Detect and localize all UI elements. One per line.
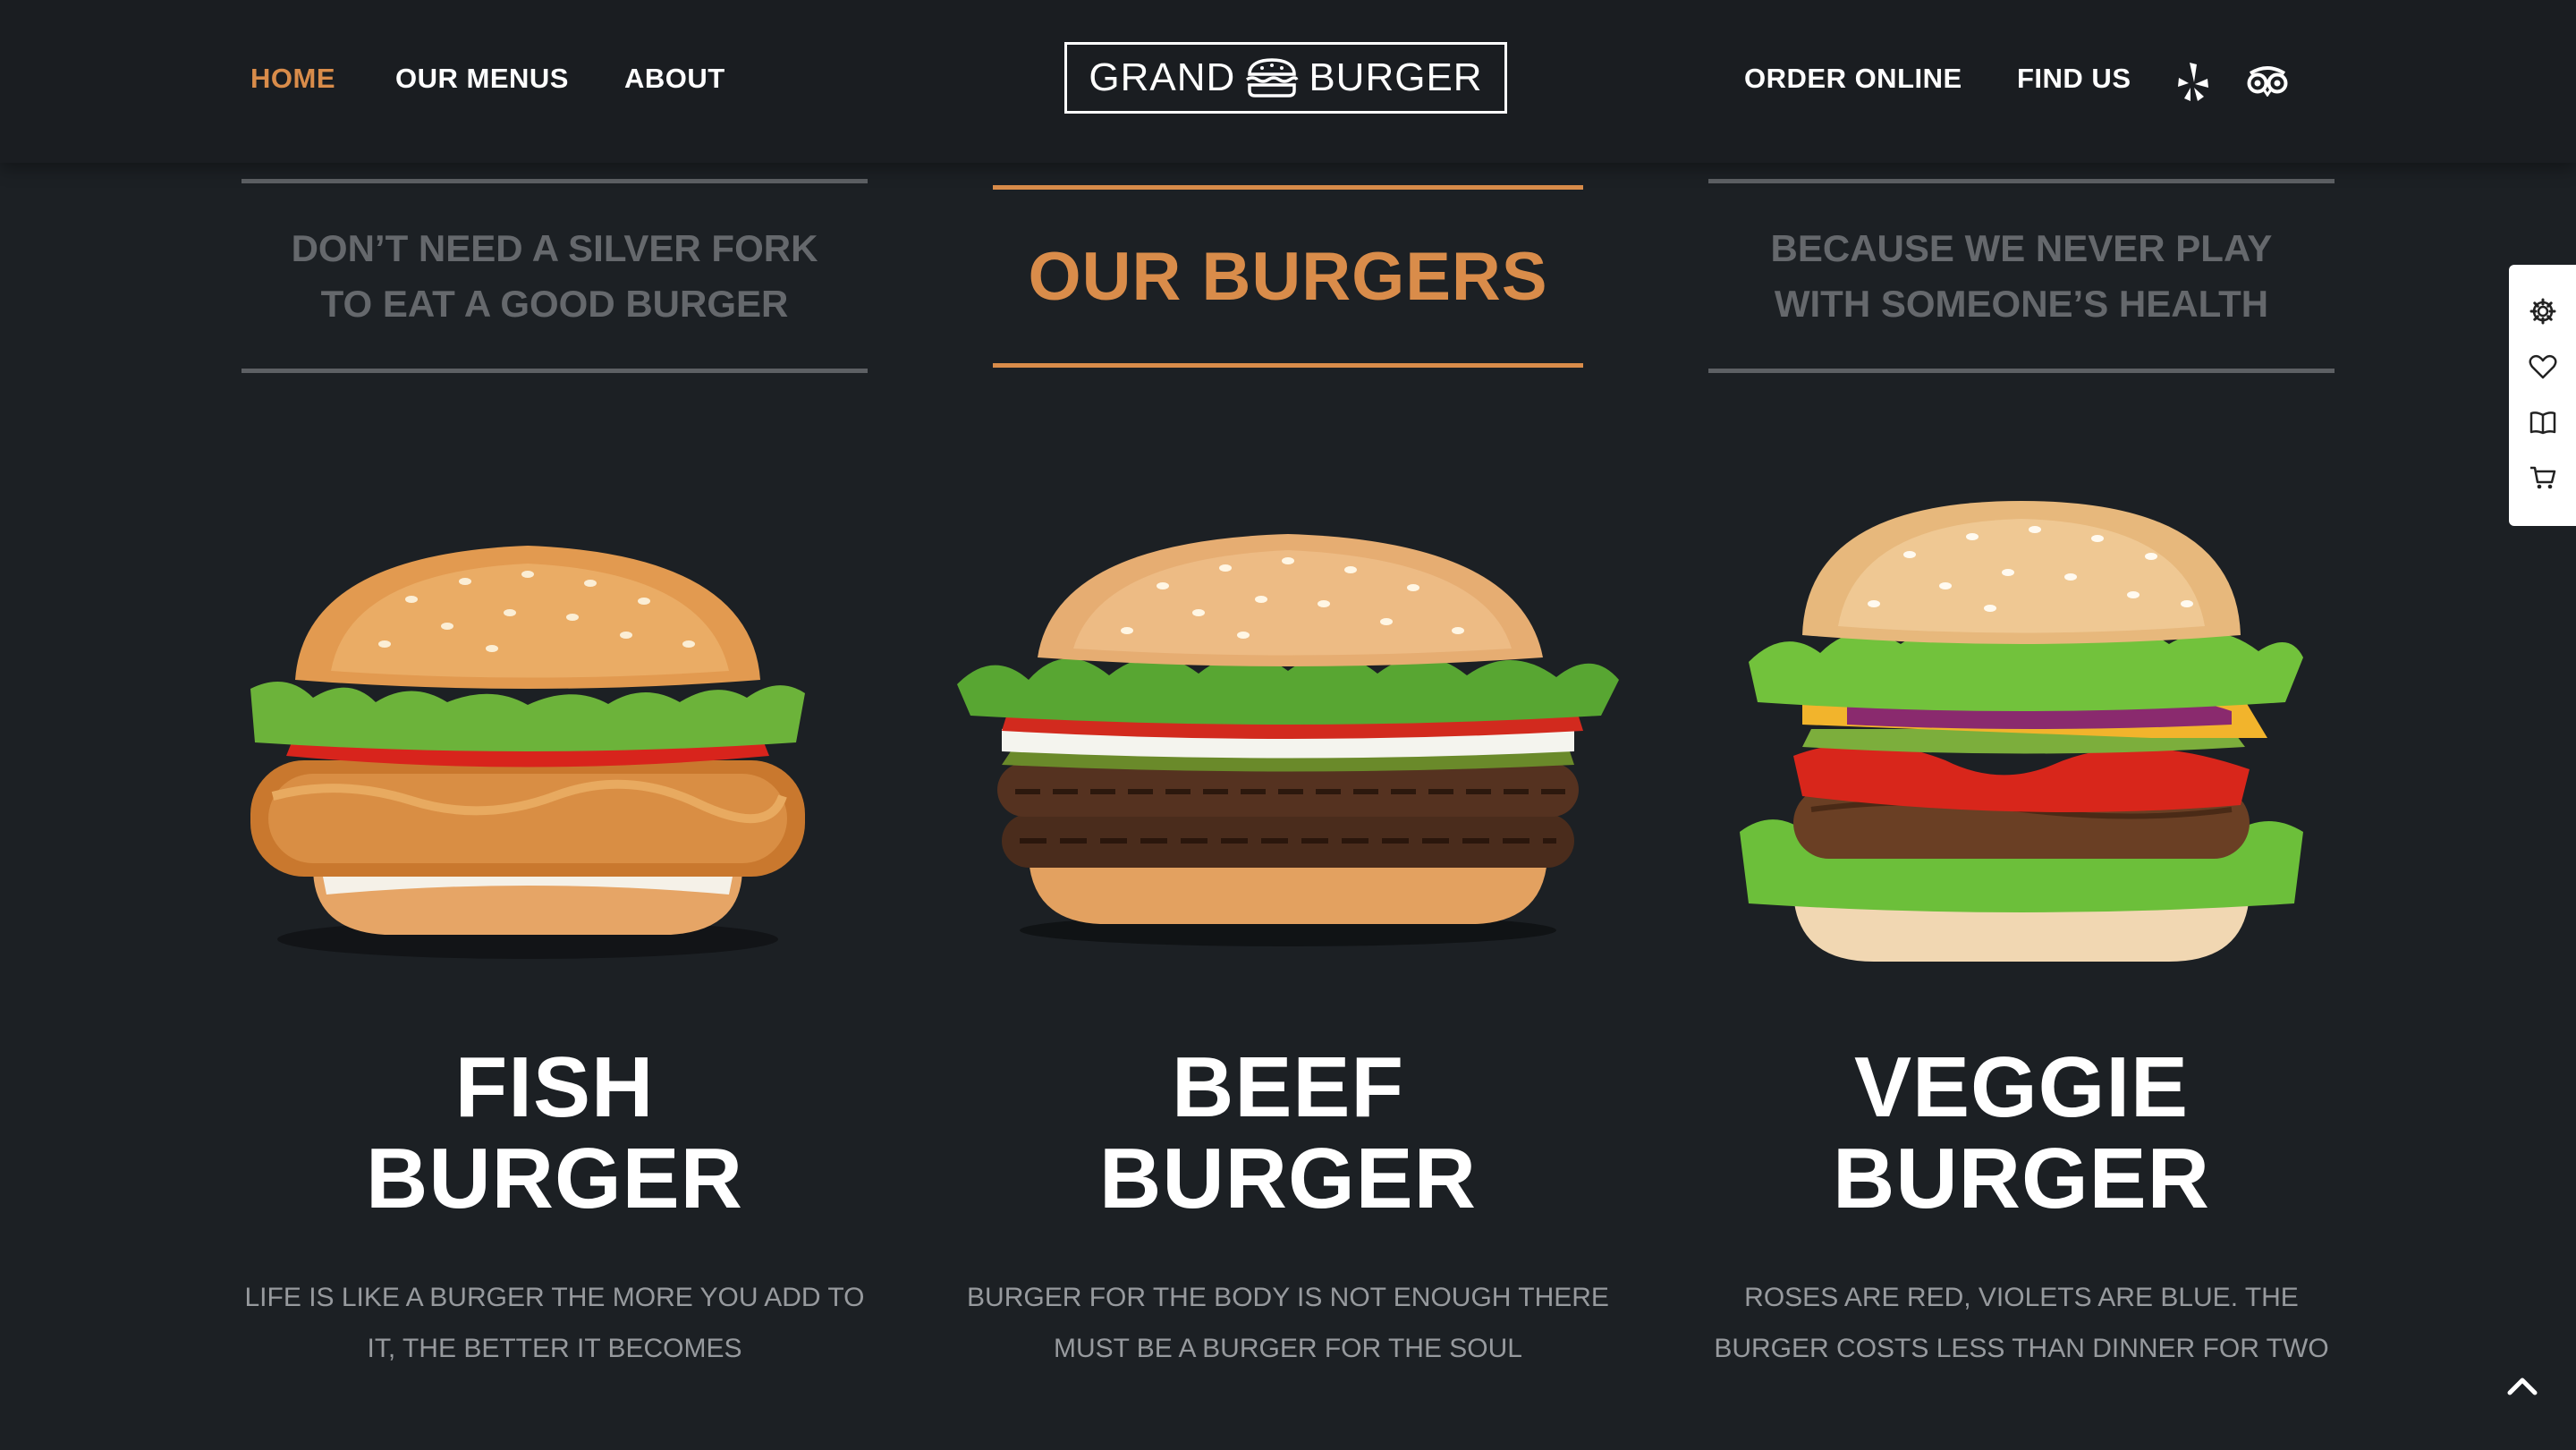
veggie-burger-desc-line-1: ROSES ARE RED, VIOLETS ARE BLUE. THE (1744, 1283, 2299, 1312)
book-icon[interactable] (2529, 408, 2557, 437)
fish-burger-desc-line-1: LIFE IS LIKE A BURGER THE MORE YOU ADD T… (244, 1283, 865, 1312)
nav-find-us[interactable]: FIND US (2017, 63, 2131, 95)
tagline-right-line-1: BECAUSE WE NEVER PLAY (1770, 226, 2273, 269)
beef-burger-description: BURGER FOR THE BODY IS NOT ENOUGH THERE … (948, 1272, 1628, 1374)
tripadvisor-icon[interactable] (2245, 64, 2290, 97)
yelp-icon[interactable] (2175, 61, 2211, 102)
logo-text-grand: GRAND (1089, 55, 1236, 99)
beef-burger-title-line-2: BURGER (1098, 1131, 1477, 1226)
cart-icon[interactable] (2529, 463, 2557, 492)
beef-burger-title[interactable]: BEEF BURGER (975, 1042, 1601, 1225)
beef-burger-desc-line-1: BURGER FOR THE BODY IS NOT ENOUGH THERE (967, 1283, 1609, 1312)
fish-burger-title-line-1: FISH (454, 1039, 655, 1135)
veggie-burger-title[interactable]: VEGGIE BURGER (1708, 1042, 2334, 1225)
heart-icon[interactable] (2529, 352, 2557, 381)
beef-burger-desc-line-2: MUST BE A BURGER FOR THE SOUL (1053, 1334, 1522, 1363)
veggie-burger-title-line-2: BURGER (1832, 1131, 2210, 1226)
fish-burger-title-line-2: BURGER (365, 1131, 743, 1226)
back-to-top-icon[interactable] (2506, 1374, 2538, 1397)
tagline-left-line-1: DON’T NEED A SILVER FORK (291, 226, 818, 269)
nav-our-menus[interactable]: OUR MENUS (395, 63, 569, 95)
site-logo[interactable]: GRAND BURGER (1064, 42, 1507, 114)
fish-burger-description: LIFE IS LIKE A BURGER THE MORE YOU ADD T… (215, 1272, 894, 1374)
tagline-left-line-2: TO EAT A GOOD BURGER (320, 282, 789, 325)
veggie-burger-title-line-1: VEGGIE (1853, 1039, 2190, 1135)
fish-burger-image[interactable] (233, 519, 823, 966)
nav-about[interactable]: ABOUT (624, 63, 725, 95)
veggie-burger-description: ROSES ARE RED, VIOLETS ARE BLUE. THE BUR… (1682, 1272, 2361, 1374)
section-heading: OUR BURGERS (993, 185, 1583, 368)
section-title: OUR BURGERS (1028, 238, 1548, 315)
side-toolbar (2509, 265, 2576, 526)
burger-icon (1246, 58, 1299, 98)
logo-text-burger: BURGER (1309, 55, 1483, 99)
beef-burger-image[interactable] (948, 523, 1628, 953)
veggie-burger-desc-line-2: BURGER COSTS LESS THAN DINNER FOR TWO (1714, 1334, 2329, 1363)
tagline-right: BECAUSE WE NEVER PLAY WITH SOMEONE’S HEA… (1708, 179, 2334, 373)
nav-home[interactable]: HOME (250, 63, 335, 95)
fish-burger-desc-line-2: IT, THE BETTER IT BECOMES (367, 1334, 742, 1363)
fish-burger-title[interactable]: FISH BURGER (242, 1042, 868, 1225)
nav-order-online[interactable]: ORDER ONLINE (1744, 63, 1962, 95)
site-header: HOME OUR MENUS ABOUT GRAND BURGER ORDER … (0, 0, 2576, 163)
tagline-right-line-2: WITH SOMEONE’S HEALTH (1774, 282, 2269, 325)
tagline-left: DON’T NEED A SILVER FORK TO EAT A GOOD B… (242, 179, 868, 373)
veggie-burger-image[interactable] (1731, 501, 2312, 966)
gear-icon[interactable] (2529, 297, 2557, 326)
beef-burger-title-line-1: BEEF (1171, 1039, 1405, 1135)
